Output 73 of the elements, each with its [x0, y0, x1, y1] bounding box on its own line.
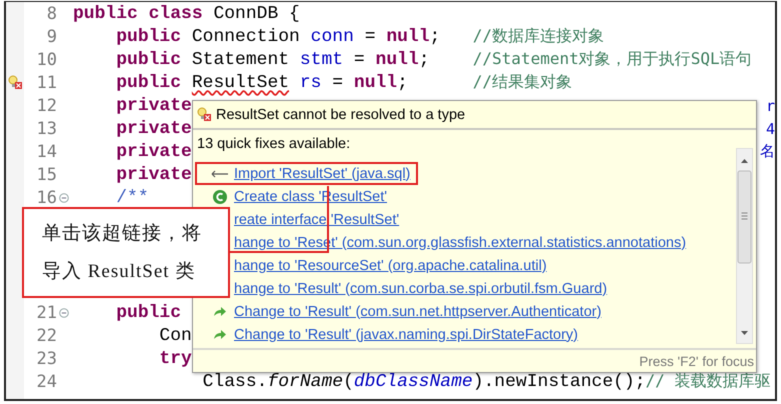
- code-text: private: [116, 118, 192, 138]
- quick-fix-link[interactable]: Import 'ResultSet' (java.sql): [234, 166, 410, 182]
- quick-fix-link[interactable]: Change to 'Result' (javax.naming.spi.DirStateFactory): [234, 326, 578, 342]
- callout-text: 单击该超链接，将: [42, 222, 203, 246]
- code-text: ResultSet: [192, 72, 290, 92]
- code-text: rs: [300, 72, 322, 92]
- quick-fix-link[interactable]: hange to 'ResourceSet' (org.apache.catalina.util): [234, 258, 547, 274]
- error-message: ResultSet cannot be resolved to a type: [216, 106, 466, 122]
- code-comment: // 装载数据库驱: [646, 371, 770, 392]
- class-icon: [212, 188, 228, 204]
- rename-arrow-icon: [213, 306, 227, 318]
- code-text: ;: [397, 72, 408, 92]
- code-text: private: [116, 96, 192, 116]
- quick-fix-count: 13 quick fixes available:: [196, 134, 352, 154]
- code-text: private: [116, 164, 192, 184]
- code-text: null: [354, 72, 398, 92]
- code-comment: //数据库连接对象: [472, 26, 604, 47]
- line-number: 12: [36, 96, 57, 116]
- line-number: 10: [36, 50, 57, 70]
- collapse-icon[interactable]: [59, 308, 69, 318]
- quick-fix-link[interactable]: Change to 'Result' (com.sun.net.httpserver.Authenticator): [234, 304, 602, 320]
- code-text: ConnDB {: [213, 4, 300, 24]
- code-text: Connection: [192, 26, 301, 46]
- rename-arrow-icon: [213, 328, 227, 340]
- code-text: public: [116, 302, 182, 322]
- code-text: ;: [418, 50, 430, 70]
- line-number: 22: [36, 326, 57, 346]
- scrollbar[interactable]: [736, 148, 753, 344]
- code-text: =: [364, 26, 377, 46]
- code-comment: //结果集对象: [472, 72, 572, 93]
- line-number: 13: [36, 118, 57, 138]
- code-comment: //Statement对象，用于执行SQL语句: [472, 49, 752, 70]
- code-text: =: [354, 50, 366, 70]
- code-text: private: [116, 142, 192, 162]
- line-number: 24: [36, 372, 57, 392]
- collapse-icon[interactable]: [59, 192, 69, 202]
- code-text: Statement: [192, 50, 290, 70]
- line-number: 8: [46, 4, 57, 24]
- line-number: 15: [36, 164, 57, 184]
- code-text: public class: [73, 4, 203, 24]
- line-number: 14: [36, 142, 57, 162]
- line-number: 16: [36, 188, 57, 208]
- error-icon: [197, 107, 212, 122]
- code-text: try: [159, 348, 192, 368]
- line-number: 9: [46, 26, 57, 46]
- status-hint: Press 'F2' for focus: [193, 348, 756, 372]
- line-number: 11: [36, 72, 57, 92]
- code-text: =: [332, 72, 344, 92]
- code-text: ).newInstance();: [472, 372, 646, 392]
- code-text: null: [376, 50, 419, 70]
- line-number: 23: [36, 348, 57, 368]
- code-text: Class.: [202, 372, 268, 392]
- code-text: public: [116, 26, 182, 46]
- code-text: conn: [310, 26, 354, 46]
- code-text: r: [766, 96, 775, 114]
- code-text: forName: [267, 372, 344, 392]
- code-text: stmt: [300, 50, 344, 70]
- error-marker-icon: [8, 75, 22, 90]
- code-comment: /**: [116, 188, 149, 208]
- line-number: 21: [36, 302, 57, 322]
- code-text: Con: [159, 326, 192, 346]
- code-text: 名: [760, 142, 775, 161]
- code-text: 4: [766, 120, 775, 138]
- callout-text: 导入 ResultSet 类: [42, 260, 196, 284]
- quick-fix-link[interactable]: hange to 'Result' (com.sun.corba.se.spi.orbutil.fsm.Guard): [234, 280, 608, 296]
- code-text: (: [343, 372, 354, 392]
- arrow-icon: [211, 168, 229, 178]
- code-text: ;: [430, 26, 440, 46]
- code-text: public: [116, 72, 182, 92]
- code-text: dbClassName: [354, 372, 473, 392]
- quick-fix-link[interactable]: reate interface 'ResultSet': [234, 212, 400, 228]
- code-text: null: [386, 26, 430, 46]
- code-text: public: [116, 50, 182, 70]
